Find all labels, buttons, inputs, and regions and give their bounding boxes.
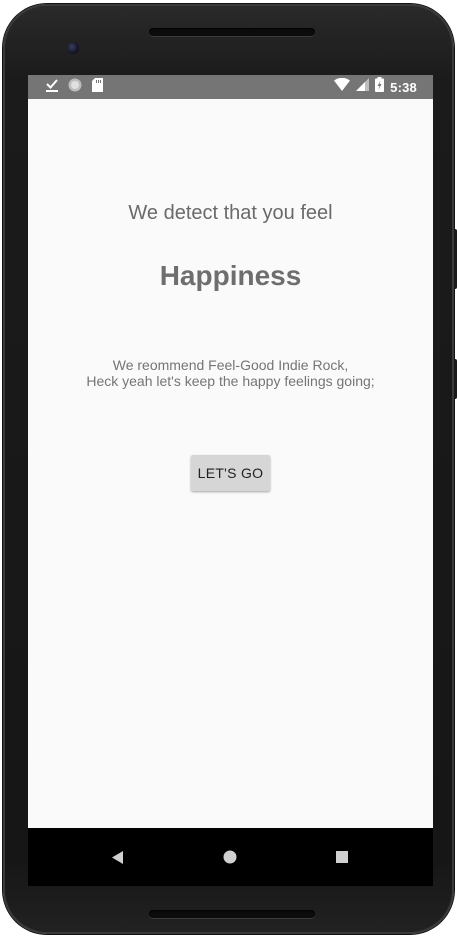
recommendation-text: We reommend Feel-Good Indie Rock, Heck y… <box>28 357 433 389</box>
wifi-icon <box>334 77 351 96</box>
navigation-bar <box>28 828 433 886</box>
detected-emotion: Happiness <box>159 260 302 291</box>
battery-charging-icon <box>375 77 385 97</box>
sync-circle-icon <box>68 78 82 97</box>
bottom-speaker-grille <box>149 910 315 918</box>
recommendation-line-1: We reommend Feel-Good Indie Rock, <box>112 357 349 373</box>
lets-go-button[interactable]: LET'S GO <box>191 455 270 491</box>
cell-signal-icon <box>356 78 370 96</box>
sd-card-icon <box>92 78 103 97</box>
main-content: We detect that you feel Happiness We reo… <box>28 99 433 828</box>
recents-icon[interactable] <box>330 846 354 868</box>
phone-frame: 5:38 We detect that you feel Happiness W… <box>3 4 457 934</box>
front-camera <box>67 42 79 54</box>
status-bar: 5:38 <box>28 75 433 99</box>
top-speaker-grille <box>149 28 315 36</box>
recommendation-line-2: Heck yeah let's keep the happy feelings … <box>86 373 375 389</box>
back-icon[interactable] <box>106 846 130 868</box>
detect-headline: We detect that you feel <box>128 202 333 224</box>
home-icon[interactable] <box>218 846 242 868</box>
screen: 5:38 We detect that you feel Happiness W… <box>28 75 433 886</box>
download-done-icon <box>46 78 58 97</box>
status-time: 5:38 <box>390 79 417 95</box>
